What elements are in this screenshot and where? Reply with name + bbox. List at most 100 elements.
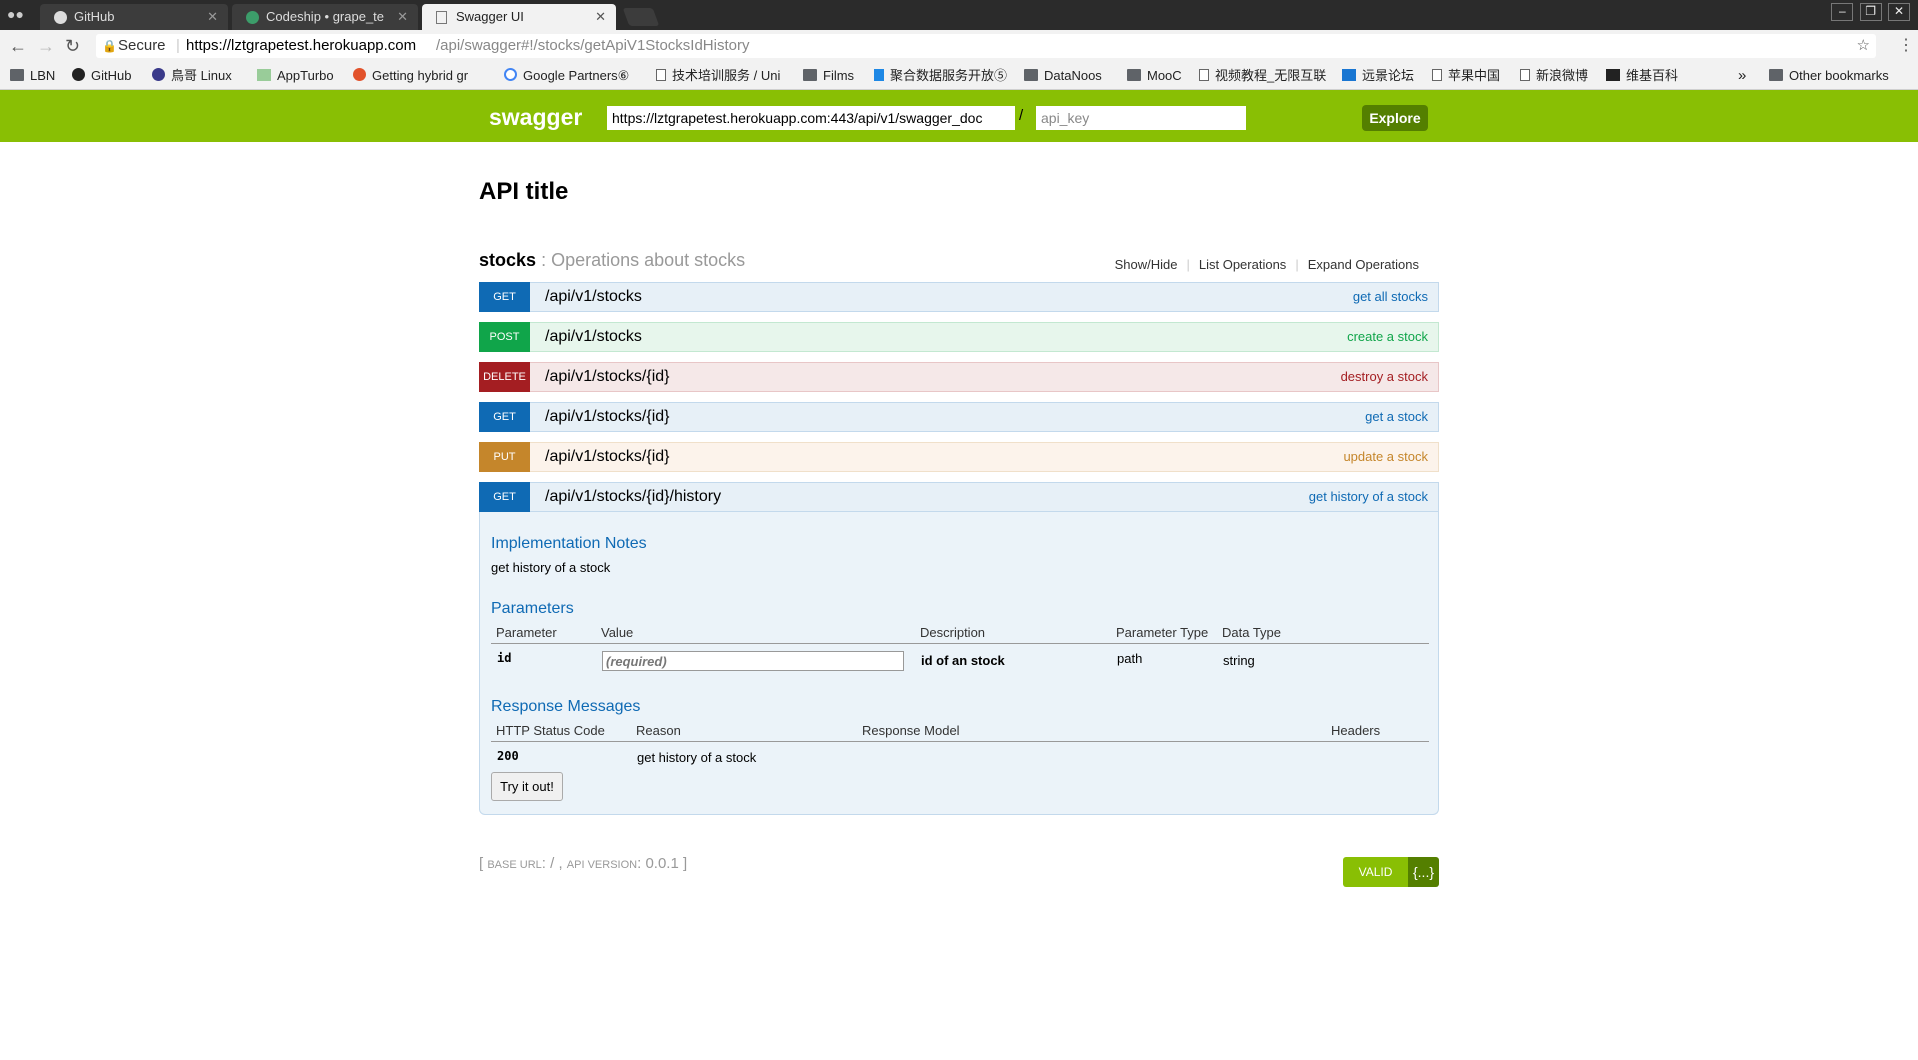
tab-github[interactable]: GitHub ✕ — [40, 4, 228, 30]
operation-path[interactable]: /api/v1/stocks — [545, 323, 642, 351]
bookmark-github[interactable]: GitHub — [72, 62, 131, 89]
browser-toolbar: ← → ↻ 🔒 Secure | https://lztgrapetest.he… — [0, 30, 1918, 62]
operation-get-stock[interactable]: GET /api/v1/stocks/{id} get a stock — [479, 402, 1439, 432]
bookmark-films[interactable]: Films — [803, 62, 854, 89]
bookmark-label: Other bookmarks — [1789, 68, 1889, 83]
close-window-button[interactable]: ✕ — [1888, 3, 1910, 21]
operation-summary[interactable]: update a stock — [1343, 443, 1428, 471]
menu-icon[interactable]: ⋮ — [1898, 36, 1914, 56]
validator-badge[interactable]: VALID {...} — [1343, 857, 1439, 887]
http-method-badge[interactable]: GET — [479, 482, 530, 512]
page-icon — [656, 69, 666, 81]
api-key-input[interactable] — [1036, 106, 1246, 130]
http-method-badge[interactable]: GET — [479, 282, 530, 312]
try-it-out-button[interactable]: Try it out! — [491, 772, 563, 801]
bookmarks-overflow-button[interactable]: » — [1738, 62, 1746, 89]
bookmark-google-partners[interactable]: Google Partners⑥ — [504, 62, 638, 89]
swagger-logo[interactable]: swagger — [489, 104, 582, 131]
bookmark-video-tutorial[interactable]: 视频教程_无限互联 — [1199, 62, 1326, 89]
bookmark-datanoos[interactable]: DataNoos — [1024, 62, 1102, 89]
param-description: id of an stock — [921, 653, 1005, 668]
bookmark-weibo[interactable]: 新浪微博 — [1520, 62, 1588, 89]
http-method-badge[interactable]: GET — [479, 402, 530, 432]
google-icon — [504, 68, 517, 81]
param-col-data-type: Data Type — [1222, 625, 1282, 640]
bookmark-label: Getting hybrid gr — [372, 68, 469, 83]
param-type: path — [1117, 651, 1143, 666]
bookmark-getting-hybrid[interactable]: Getting hybrid gr — [353, 62, 485, 89]
browser-tab-bar: ●● GitHub ✕ Codeship • grape_te ✕ Swagge… — [0, 0, 1918, 30]
back-icon[interactable]: ← — [9, 36, 27, 56]
site-icon — [152, 68, 165, 81]
bookmark-pcbeta[interactable]: 远景论坛 — [1342, 62, 1414, 89]
star-icon[interactable]: ☆ — [1857, 34, 1870, 58]
new-tab-button[interactable] — [622, 8, 660, 26]
bookmark-label: Films — [823, 68, 855, 83]
bookmark-niaoge-linux[interactable]: 鳥哥 Linux — [152, 62, 232, 89]
http-method-badge[interactable]: PUT — [479, 442, 530, 472]
folder-icon — [1127, 69, 1141, 81]
operation-get-stocks[interactable]: GET /api/v1/stocks get all stocks — [479, 282, 1439, 312]
reload-icon[interactable]: ↻ — [65, 36, 80, 56]
operation-path[interactable]: /api/v1/stocks/{id} — [545, 363, 670, 391]
folder-icon — [10, 69, 24, 81]
operation-summary[interactable]: get all stocks — [1353, 283, 1428, 311]
http-method-badge[interactable]: POST — [479, 322, 530, 352]
operation-summary[interactable]: create a stock — [1347, 323, 1428, 351]
http-method-badge[interactable]: DELETE — [479, 362, 530, 392]
operation-path[interactable]: /api/v1/stocks — [545, 283, 642, 311]
operation-delete-stock[interactable]: DELETE /api/v1/stocks/{id} destroy a sto… — [479, 362, 1439, 392]
bookmark-label: 维基百科 — [1626, 68, 1679, 83]
restore-button[interactable]: ❐ — [1859, 3, 1882, 21]
operation-put-stock[interactable]: PUT /api/v1/stocks/{id} update a stock — [479, 442, 1439, 472]
operation-summary[interactable]: get a stock — [1365, 403, 1428, 431]
page-icon — [1199, 69, 1209, 81]
bookmarks-bar: LBN GitHub 鳥哥 Linux AppTurbo Getting hyb… — [0, 62, 1918, 90]
spec-url-input[interactable] — [607, 106, 1015, 130]
bookmark-label: GitHub — [91, 68, 132, 83]
close-tab-icon[interactable]: ✕ — [397, 4, 408, 30]
other-bookmarks[interactable]: Other bookmarks — [1769, 62, 1889, 89]
api-info-footer: [ base url: / , api version: 0.0.1 ] — [479, 855, 687, 872]
operation-get-stock-history[interactable]: GET /api/v1/stocks/{id}/history get hist… — [479, 482, 1439, 512]
operation-path[interactable]: /api/v1/stocks/{id} — [545, 443, 670, 471]
table-divider — [491, 643, 1429, 644]
resource-name-link[interactable]: stocks — [479, 250, 536, 270]
param-data-type: string — [1223, 653, 1255, 668]
tab-swagger-ui[interactable]: Swagger UI ✕ — [422, 4, 616, 30]
minimize-button[interactable]: – — [1831, 3, 1854, 21]
resource-links: Show/Hide | List Operations | Expand Operati… — [1106, 257, 1428, 272]
show-hide-link[interactable]: Show/Hide — [1106, 257, 1187, 272]
close-tab-icon[interactable]: ✕ — [207, 4, 218, 30]
url-separator: / — [1019, 107, 1024, 124]
bookmark-label: 远景论坛 — [1362, 68, 1415, 83]
incognito-icon: ●● — [7, 6, 24, 22]
bookmark-mooc[interactable]: MooC — [1127, 62, 1182, 89]
operation-summary[interactable]: get history of a stock — [1309, 483, 1428, 511]
bookmark-wikipedia[interactable]: 维基百科 — [1606, 62, 1678, 89]
bookmark-apple-china[interactable]: 苹果中国 — [1432, 62, 1500, 89]
close-tab-icon[interactable]: ✕ — [595, 4, 606, 30]
forward-icon[interactable]: → — [37, 36, 55, 56]
operation-path[interactable]: /api/v1/stocks/{id}/history — [545, 483, 721, 511]
bookmark-label: LBN — [30, 68, 56, 83]
bookmark-juhe[interactable]: 聚合数据服务开放⑤ — [874, 62, 1010, 89]
bookmark-lbn[interactable]: LBN — [10, 62, 55, 89]
bookmark-training[interactable]: 技术培训服务 / Uni — [656, 62, 792, 89]
list-operations-link[interactable]: List Operations — [1190, 257, 1295, 272]
bookmark-label: MooC — [1147, 68, 1182, 83]
tab-codeship[interactable]: Codeship • grape_te ✕ — [232, 4, 418, 30]
response-reason: get history of a stock — [637, 750, 757, 765]
implementation-notes-heading: Implementation Notes — [491, 535, 647, 552]
bookmark-appturbo[interactable]: AppTurbo — [257, 62, 334, 89]
explore-button[interactable]: Explore — [1362, 105, 1428, 131]
tab-title: Swagger UI — [456, 9, 524, 24]
site-icon — [874, 69, 884, 81]
expand-operations-link[interactable]: Expand Operations — [1299, 257, 1428, 272]
address-bar[interactable]: 🔒 Secure | https://lztgrapetest.herokuap… — [96, 34, 1876, 58]
operation-post-stocks[interactable]: POST /api/v1/stocks create a stock — [479, 322, 1439, 352]
footer-bracket-close: ] — [678, 855, 688, 872]
operation-summary[interactable]: destroy a stock — [1341, 363, 1428, 391]
operation-path[interactable]: /api/v1/stocks/{id} — [545, 403, 670, 431]
param-id-input[interactable] — [602, 651, 904, 671]
